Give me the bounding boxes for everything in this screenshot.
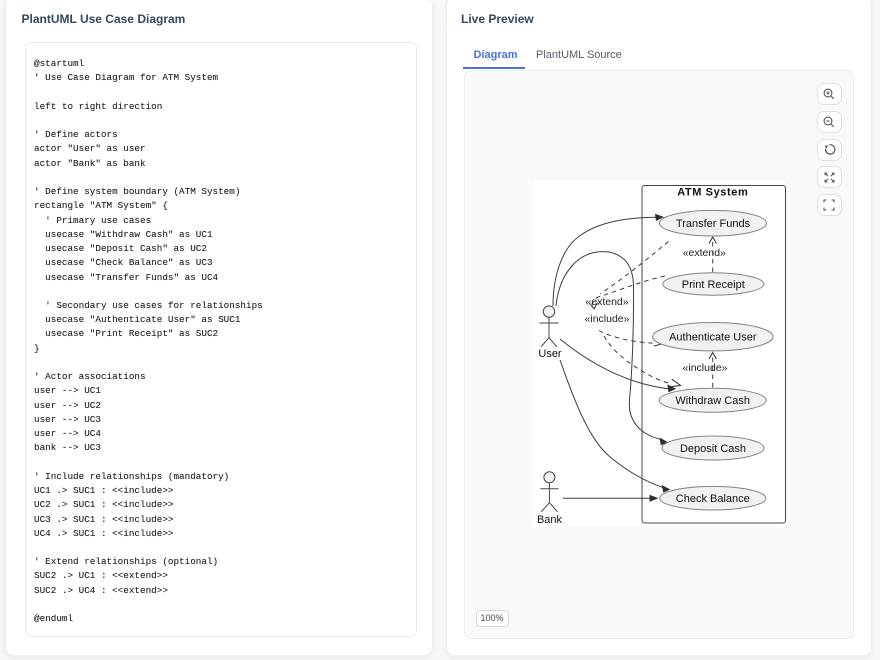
svg-text:«include»: «include» — [585, 313, 630, 325]
svg-text:ATM System: ATM System — [677, 187, 748, 199]
svg-text:«include»: «include» — [683, 362, 728, 374]
svg-text:Authenticate User: Authenticate User — [669, 332, 757, 344]
svg-text:User: User — [538, 348, 562, 360]
svg-text:«extend»: «extend» — [683, 247, 726, 259]
svg-text:«extend»: «extend» — [585, 296, 628, 308]
svg-text:Print Receipt: Print Receipt — [682, 279, 745, 291]
svg-text:Bank: Bank — [537, 514, 563, 526]
svg-text:Withdraw Cash: Withdraw Cash — [675, 395, 750, 407]
svg-text:Transfer Funds: Transfer Funds — [676, 218, 751, 230]
svg-text:Deposit Cash: Deposit Cash — [680, 443, 746, 455]
svg-text:Check Balance: Check Balance — [676, 493, 750, 505]
